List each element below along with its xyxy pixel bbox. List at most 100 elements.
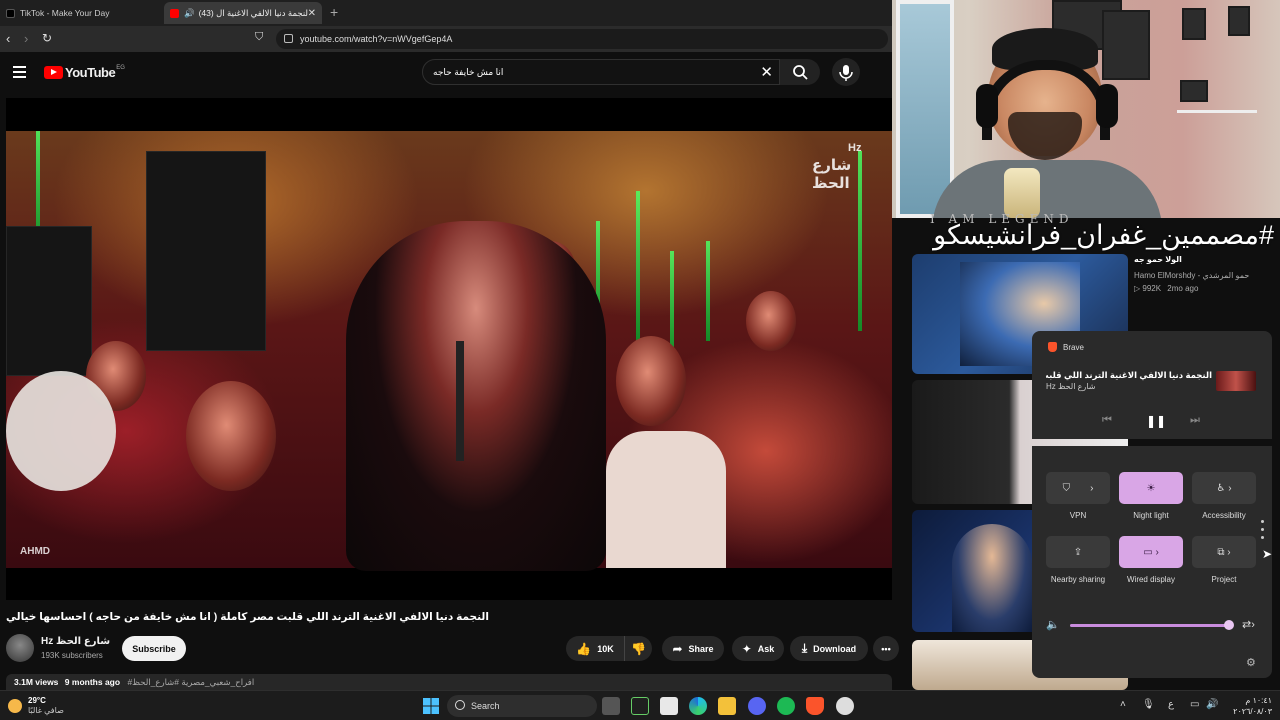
tile-label: Project xyxy=(1211,575,1237,584)
tile-label: Nearby sharing xyxy=(1050,575,1106,584)
tab-youtube[interactable]: 🔊 (43) النجمة دنيا الالفي الاغنية ال... … xyxy=(164,2,322,24)
more-actions-button[interactable]: ••• xyxy=(873,636,899,661)
dislike-button[interactable]: 👎 xyxy=(624,636,652,661)
media-app-name: Brave xyxy=(1063,342,1084,352)
channel-name[interactable]: Hz شارع الحظ xyxy=(41,636,110,647)
audio-output-icon[interactable]: ⇄› xyxy=(1242,618,1255,631)
volume-icon[interactable]: 🔈 xyxy=(1046,618,1060,631)
share-icon: ⇪ xyxy=(1073,546,1083,558)
nearby-sharing-toggle[interactable]: ⇪ xyxy=(1046,536,1110,568)
volume-icon[interactable]: 🔊 xyxy=(1206,699,1218,710)
view-count: 3.1M views xyxy=(14,677,59,687)
media-artist: Hz شارع الحظ xyxy=(1046,382,1096,391)
crowd-person xyxy=(616,336,686,426)
pause-icon[interactable]: ❚❚ xyxy=(1146,414,1166,428)
ask-label: Ask xyxy=(757,643,775,654)
tiktok-icon xyxy=(6,8,15,18)
project-toggle[interactable]: ⧉ › xyxy=(1192,536,1256,568)
new-tab-button[interactable]: + xyxy=(330,4,338,20)
media-thumbnail xyxy=(1216,371,1256,391)
bookmark-icon[interactable]: ⛉ xyxy=(255,31,263,44)
recommendation-age: 2mo ago xyxy=(1167,284,1199,293)
show-hidden-icons[interactable]: ˄ xyxy=(1120,699,1126,710)
recommendation-channel[interactable]: Hamo ElMorshdy - حمو المرشدي xyxy=(1134,271,1249,280)
wired-display-toggle[interactable]: ▭ › xyxy=(1119,536,1183,568)
share-icon: ➦ xyxy=(672,641,683,656)
reload-icon[interactable]: ↻ xyxy=(42,31,52,45)
start-icon[interactable] xyxy=(422,697,440,715)
media-app: Brave xyxy=(1048,342,1084,352)
youtube-logo[interactable]: YouTube EG xyxy=(44,65,125,80)
ask-button[interactable]: ✦ Ask xyxy=(732,636,784,661)
search-button[interactable] xyxy=(780,59,820,85)
spotify-icon[interactable] xyxy=(777,697,795,715)
back-icon[interactable]: ‹ xyxy=(6,31,10,46)
wall-poster xyxy=(1228,6,1250,36)
speaker-stack xyxy=(146,151,266,351)
volume-slider[interactable] xyxy=(1070,624,1228,627)
weather-condition: صافي غالبًا xyxy=(28,706,64,715)
voice-search-button[interactable] xyxy=(832,58,860,86)
tab-youtube-label: (43) النجمة دنيا الالفي الاغنية ال... xyxy=(198,7,308,18)
wall-poster xyxy=(1180,80,1208,102)
edge-icon[interactable] xyxy=(689,697,707,715)
overlay-hashtag: #مصممين_غفران_فرانشيسكو xyxy=(933,220,1274,250)
headphone-cup xyxy=(1096,84,1118,128)
taskbar: 29°C صافي غالبًا Search ˄ 🎙 ع ▭ 🔊 ١٠:٤١ … xyxy=(0,690,1280,720)
forward-icon[interactable]: › xyxy=(24,31,28,46)
browser-tab-strip: TikTok - Make Your Day 🔊 (43) النجمة دني… xyxy=(0,0,892,26)
settings-gear-icon[interactable]: ⚙ xyxy=(1246,656,1256,669)
share-button[interactable]: ➦ Share xyxy=(662,636,724,661)
app-icon[interactable] xyxy=(631,697,649,715)
search-input[interactable]: انا مش خايفة حاجه ✕ xyxy=(422,59,780,85)
clock[interactable]: ١٠:٤١ م ٢٠٢٦/٠٨/٠٣ xyxy=(1226,695,1272,717)
thumbs-up-icon: 👍 xyxy=(576,641,592,656)
video-player[interactable]: Hz شارع الحظ AHMD xyxy=(6,98,892,600)
watermark-corner: AHMD xyxy=(20,546,50,557)
language-indicator[interactable]: ع xyxy=(1168,699,1174,710)
url-field[interactable]: youtube.com/watch?v=nWVgefGep4A xyxy=(276,29,888,49)
speaker-icon: 🔊 xyxy=(184,7,195,18)
vpn-toggle[interactable]: ⛉ › xyxy=(1046,472,1110,504)
volume-slider-thumb[interactable] xyxy=(1224,620,1234,630)
download-icon: ⤓ xyxy=(801,641,808,655)
microphone-icon xyxy=(839,65,853,81)
store-icon[interactable] xyxy=(660,697,678,715)
wall-poster xyxy=(1182,8,1206,40)
discord-icon[interactable] xyxy=(748,697,766,715)
subscribe-button[interactable]: Subscribe xyxy=(122,636,186,661)
brave-icon[interactable] xyxy=(806,697,824,715)
night-light-toggle[interactable]: ☀ xyxy=(1119,472,1183,504)
recommendation-title[interactable]: الولا حمو جه xyxy=(1134,255,1182,264)
like-button[interactable]: 👍 10K xyxy=(566,636,624,661)
weather-widget[interactable]: 29°C صافي غالبًا xyxy=(8,696,64,716)
singer xyxy=(346,221,606,571)
search-icon xyxy=(793,65,808,80)
next-track-icon[interactable]: ⏭ xyxy=(1190,414,1200,427)
download-button[interactable]: ⤓ Download xyxy=(790,636,868,661)
previous-track-icon[interactable]: ⏮ xyxy=(1102,414,1112,427)
wall-poster xyxy=(1102,10,1150,80)
channel-avatar[interactable] xyxy=(6,634,34,662)
menu-icon[interactable] xyxy=(13,66,26,81)
file-explorer-icon[interactable] xyxy=(718,697,736,715)
description-box[interactable]: 3.1M views 9 months ago #افراح_شعبي_مصري… xyxy=(6,674,892,690)
page-indicator[interactable] xyxy=(1261,520,1264,544)
task-view-icon[interactable] xyxy=(602,697,620,715)
white-shirt-person xyxy=(606,431,726,568)
site-settings-icon[interactable] xyxy=(284,34,293,43)
taskbar-search[interactable]: Search xyxy=(447,695,597,717)
network-icon[interactable]: ▭ xyxy=(1190,699,1199,710)
accessibility-toggle[interactable]: ♿ › xyxy=(1192,472,1256,504)
display-icon: ▭ › xyxy=(1143,546,1159,558)
close-tab-icon[interactable]: ✕ xyxy=(308,8,316,19)
download-label: Download xyxy=(813,643,857,654)
accessibility-icon: ♿ › xyxy=(1216,482,1232,494)
recommendation-meta: ▷ 992K 2mo ago xyxy=(1134,284,1198,293)
app-icon[interactable] xyxy=(836,697,854,715)
tab-tiktok[interactable]: TikTok - Make Your Day xyxy=(0,2,162,24)
clear-search-icon[interactable]: ✕ xyxy=(760,63,773,81)
crowd-person xyxy=(746,291,796,351)
microphone-icon[interactable]: 🎙 xyxy=(1142,699,1155,710)
hashtags[interactable]: #افراح_شعبي_مصرية #شارع_الحظ xyxy=(127,677,254,687)
